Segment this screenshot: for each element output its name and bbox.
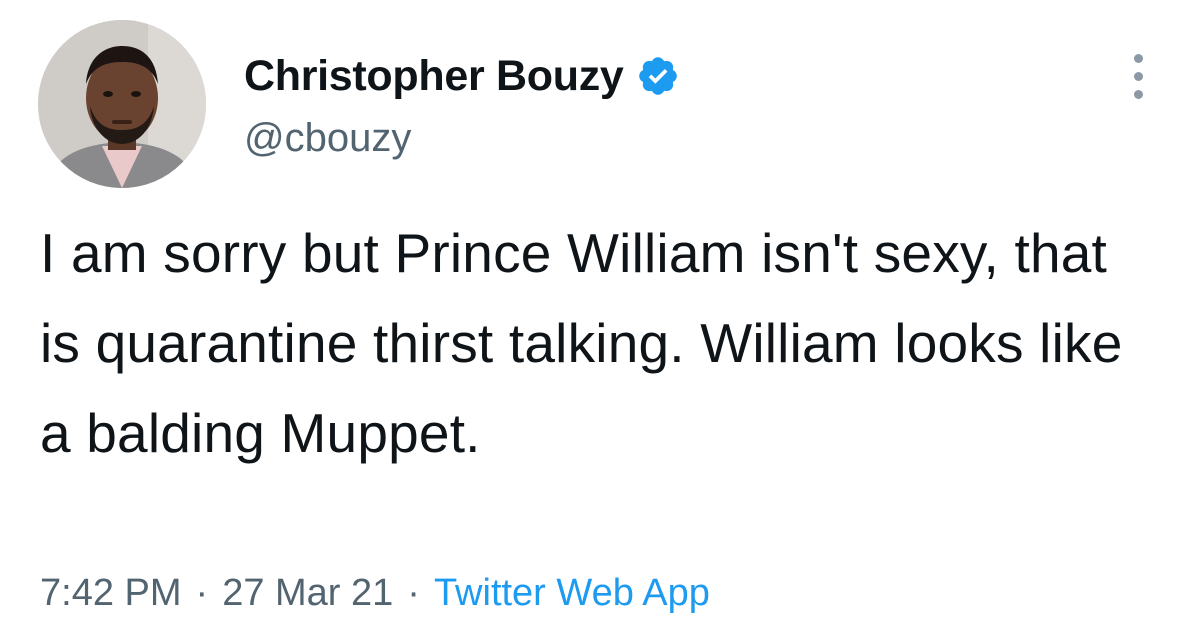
tweet-time[interactable]: 7:42 PM xyxy=(40,572,182,615)
author-handle[interactable]: @cbouzy xyxy=(244,116,411,161)
tweet-meta: 7:42 PM · 27 Mar 21 · Twitter Web App xyxy=(40,572,710,615)
more-dot xyxy=(1133,89,1143,99)
more-dot xyxy=(1133,71,1143,81)
meta-separator: · xyxy=(407,572,420,614)
tweet-card: Christopher Bouzy @cbouzy I am sorry but… xyxy=(0,0,1200,634)
more-options-icon[interactable] xyxy=(1124,48,1152,104)
profile-photo-icon xyxy=(38,20,206,188)
author-name-row: Christopher Bouzy xyxy=(244,48,680,104)
more-dot xyxy=(1133,53,1143,63)
verified-badge-icon xyxy=(636,54,680,98)
author-display-name[interactable]: Christopher Bouzy xyxy=(244,52,624,101)
avatar[interactable] xyxy=(38,20,206,188)
tweet-date[interactable]: 27 Mar 21 xyxy=(222,572,393,615)
tweet-text: I am sorry but Prince William isn't sexy… xyxy=(40,222,1123,464)
meta-separator: · xyxy=(195,572,209,614)
tweet-source-link[interactable]: Twitter Web App xyxy=(434,572,710,615)
